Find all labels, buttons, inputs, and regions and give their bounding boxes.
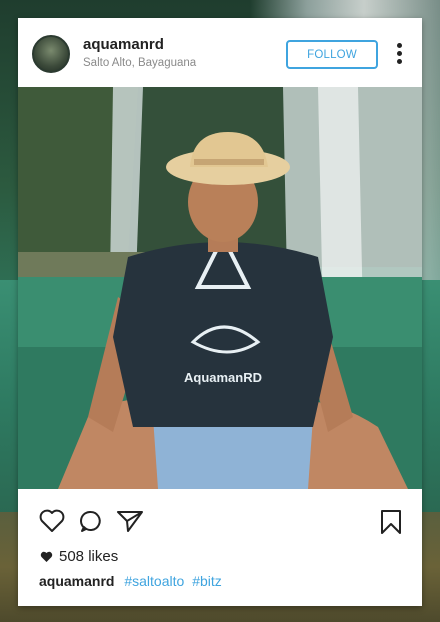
hashtag-bitz[interactable]: #bitz xyxy=(192,573,222,589)
shirt-text: AquamanRD xyxy=(184,370,262,385)
photo-illustration: AquamanRD xyxy=(18,87,422,489)
likes-count[interactable]: 508 likes xyxy=(40,548,118,565)
caption: aquamanrd #saltoalto #bitz xyxy=(39,573,226,589)
heart-filled-icon xyxy=(40,551,53,562)
caption-username[interactable]: aquamanrd xyxy=(39,573,114,589)
paper-plane-icon[interactable] xyxy=(116,509,144,533)
follow-button[interactable]: FOLLOW xyxy=(286,40,378,69)
bookmark-icon[interactable] xyxy=(380,509,402,535)
likes-label: 508 likes xyxy=(59,548,119,565)
username[interactable]: aquamanrd xyxy=(83,36,196,53)
post-photo[interactable]: AquamanRD xyxy=(18,87,422,489)
comment-bubble-icon[interactable] xyxy=(79,509,103,533)
more-vertical-icon[interactable] xyxy=(394,43,404,67)
heart-outline-icon[interactable] xyxy=(39,509,65,533)
actions-bar xyxy=(18,489,422,549)
hashtag-saltoalto[interactable]: #saltoalto xyxy=(124,573,184,589)
avatar[interactable] xyxy=(32,35,70,73)
post-header: aquamanrd Salto Alto, Bayaguana FOLLOW xyxy=(18,18,422,87)
location[interactable]: Salto Alto, Bayaguana xyxy=(83,57,196,69)
post-card: aquamanrd Salto Alto, Bayaguana FOLLOW A… xyxy=(18,18,422,606)
user-block: aquamanrd Salto Alto, Bayaguana xyxy=(83,36,196,69)
